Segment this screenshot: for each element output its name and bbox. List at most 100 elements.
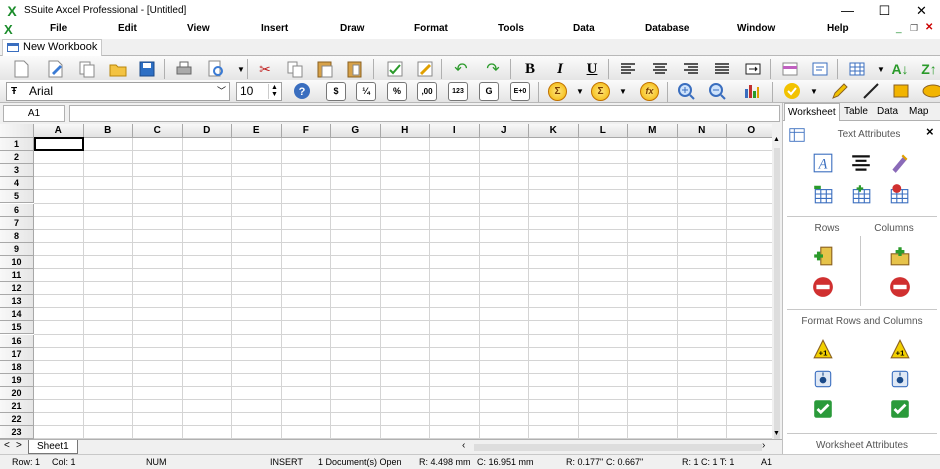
tab-new-workbook[interactable]: New Workbook [2,39,103,56]
autocorrect-icon[interactable] [414,58,436,80]
scroll-left-icon[interactable]: ‹ [462,440,465,451]
align-left-icon[interactable] [617,58,639,80]
tab-worksheet[interactable]: Worksheet [784,103,840,121]
column-optimal-icon[interactable] [887,367,913,391]
column-apply-icon[interactable] [887,397,913,421]
row-header[interactable]: 13 [0,295,34,309]
copy-icon[interactable] [284,58,306,80]
sum-functions-icon[interactable]: Σ [591,82,610,101]
scroll-right-icon[interactable]: › [762,440,765,451]
number-format-button[interactable]: 123 [448,82,468,101]
menu-file[interactable]: File [50,23,67,34]
app-menu-icon[interactable]: X [4,22,13,37]
autosum-icon[interactable]: Σ [548,82,567,101]
align-center-icon[interactable] [649,58,671,80]
menu-insert[interactable]: Insert [261,23,288,34]
column-header[interactable]: H [380,124,430,138]
spreadsheet-grid[interactable]: ABCDEFGHIJKLMNO 1 2 3 4 5 6 7 8 9 10 11 12 13 14 15 16 1… [0,124,772,439]
row-header[interactable]: 10 [0,255,34,269]
column-width-increase-icon[interactable]: +1 [887,337,913,361]
next-sheet-icon[interactable]: > [16,440,22,451]
row-header[interactable]: 8 [0,229,34,243]
scroll-up-icon[interactable]: ▲ [773,136,780,143]
sheet-tab[interactable]: Sheet1 [28,440,78,454]
text-effects-icon[interactable] [886,151,912,175]
column-header[interactable]: F [281,124,331,138]
bold-button[interactable]: B [519,58,541,80]
row-header[interactable]: 18 [0,360,34,374]
insert-table-icon[interactable] [846,58,868,80]
close-window-button[interactable]: ✕ [903,0,940,21]
row-header[interactable]: 11 [0,269,34,283]
sort-ascending-icon[interactable]: A↓ [889,58,911,80]
italic-button[interactable]: I [549,58,571,80]
menu-format[interactable]: Format [414,23,448,34]
fraction-format-button[interactable]: ¼ [356,82,376,101]
copy-sheet-icon[interactable] [848,182,874,206]
row-header[interactable]: 17 [0,347,34,361]
menu-view[interactable]: View [187,23,210,34]
menu-draw[interactable]: Draw [340,23,364,34]
delete-row-icon[interactable] [810,275,836,299]
column-header[interactable]: A [34,124,84,138]
delete-column-icon[interactable] [887,275,913,299]
paste-icon[interactable] [314,58,336,80]
select-all-corner[interactable] [0,124,34,138]
font-size-field[interactable]: 10 ▲ ▼ [236,82,282,101]
zoom-out-icon[interactable] [706,80,728,102]
row-header[interactable]: 23 [0,426,34,439]
tab-table[interactable]: Table [841,103,871,121]
row-header[interactable]: 3 [0,164,34,178]
minimize-button[interactable]: — [829,0,866,21]
font-size-stepper[interactable]: ▲ ▼ [268,84,280,99]
currency-format-button[interactable]: $ [326,82,346,101]
column-header[interactable]: L [578,124,628,138]
paste-special-icon[interactable] [344,58,366,80]
validate-dropdown-icon[interactable]: ▼ [803,80,825,102]
spellcheck-icon[interactable] [384,58,406,80]
open-folder-icon[interactable] [107,58,129,80]
print-preview-icon[interactable] [205,58,227,80]
column-header[interactable]: K [529,124,579,138]
undo-icon[interactable]: ↶ [450,58,472,80]
autosum-dropdown-icon[interactable]: ▼ [569,80,591,102]
column-header[interactable]: D [182,124,232,138]
percent-format-button[interactable]: % [387,82,407,101]
decimal-format-button[interactable]: ,00 [417,82,437,101]
new-document-icon[interactable] [10,58,32,80]
row-header[interactable]: 6 [0,203,34,217]
mdi-close-button[interactable]: ✕ [925,22,933,33]
rectangle-icon[interactable] [890,80,912,102]
prev-sheet-icon[interactable]: < [4,440,10,451]
horizontal-scrollbar[interactable]: ‹ › [462,440,770,453]
save-icon[interactable] [136,58,158,80]
zoom-in-icon[interactable] [675,80,697,102]
column-header[interactable]: E [232,124,282,138]
menu-window[interactable]: Window [737,23,775,34]
row-header[interactable]: 15 [0,321,34,335]
mdi-minimize-button[interactable]: _ [896,23,902,34]
help-icon[interactable]: ? [291,80,313,102]
row-header[interactable]: 7 [0,216,34,230]
tab-map[interactable]: Map [906,103,931,121]
row-header[interactable]: 4 [0,177,34,191]
row-header[interactable]: 16 [0,334,34,348]
row-header[interactable]: 22 [0,413,34,427]
tab-data[interactable]: Data [874,103,901,121]
row-header[interactable]: 2 [0,151,34,165]
scroll-down-icon[interactable]: ▼ [773,430,780,437]
pencil-icon[interactable] [829,80,851,102]
hscroll-thumb[interactable] [474,444,762,451]
menu-database[interactable]: Database [645,23,689,34]
selected-cell[interactable] [34,137,84,151]
cut-icon[interactable]: ✂ [254,58,276,80]
menu-data[interactable]: Data [573,23,595,34]
row-header[interactable]: 14 [0,308,34,322]
maximize-button[interactable]: ☐ [866,0,903,21]
validate-icon[interactable] [781,80,803,102]
templates-icon[interactable] [76,58,98,80]
preview-dropdown-icon[interactable]: ▼ [230,58,252,80]
justify-icon[interactable] [711,58,733,80]
column-header[interactable]: J [479,124,529,138]
row-header[interactable]: 20 [0,386,34,400]
